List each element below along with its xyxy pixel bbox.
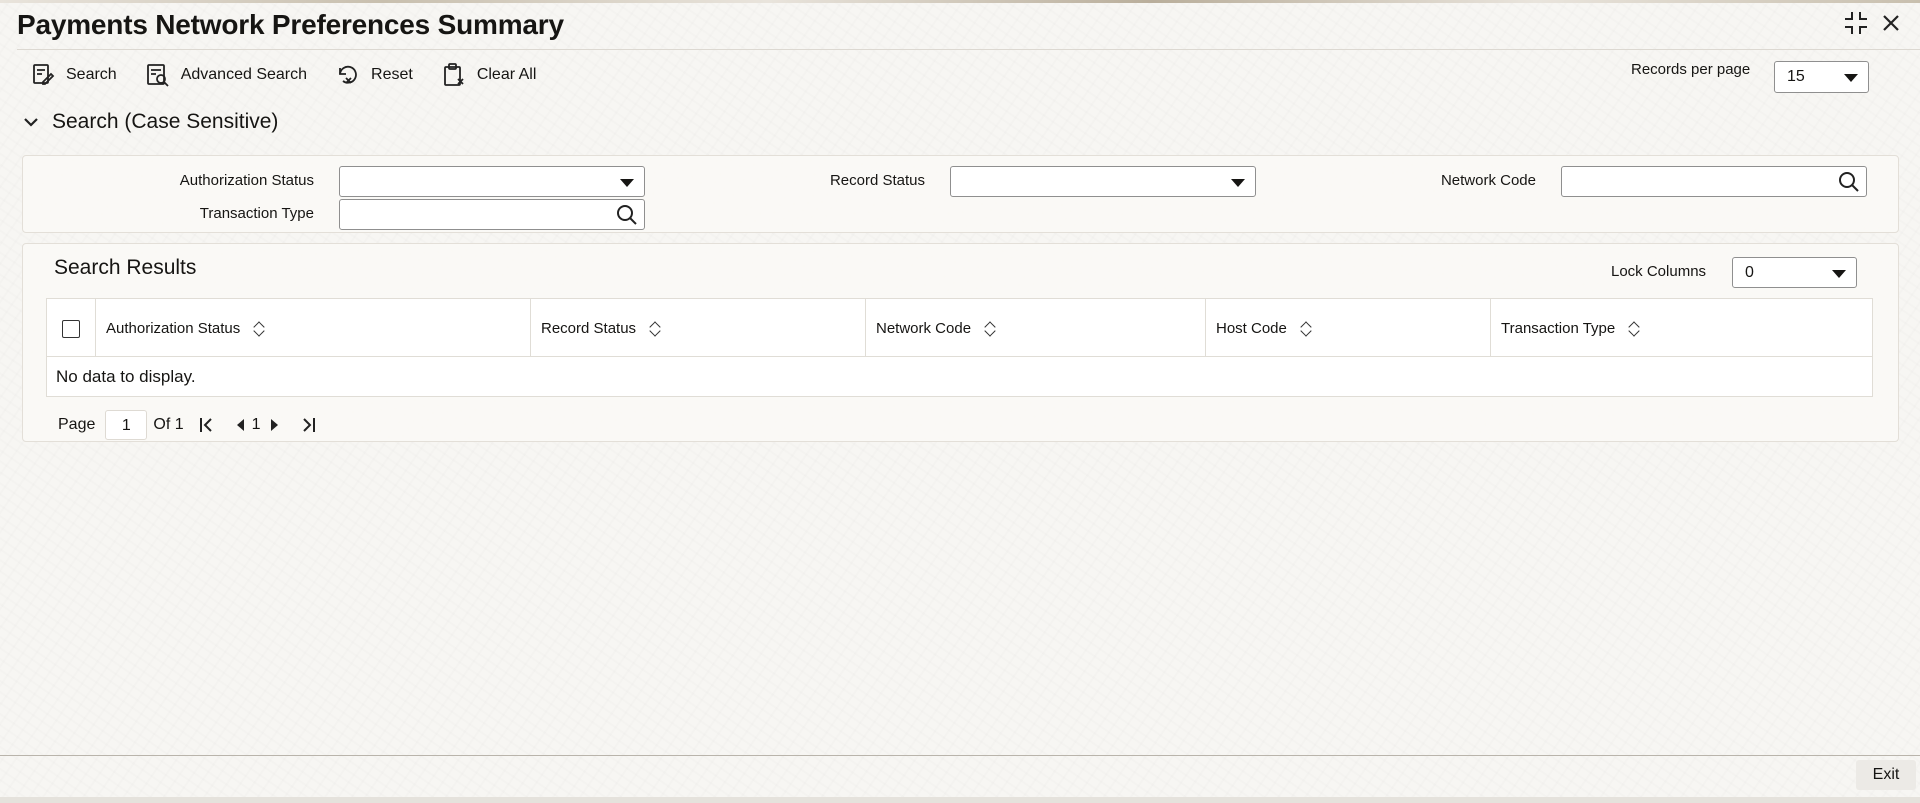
table-header: Authorization Status Record Status Netwo… — [47, 299, 1872, 357]
toolbar: Search Advanced Search Reset Clear All — [30, 62, 564, 88]
chevron-down-icon — [620, 178, 634, 187]
footer-divider — [0, 755, 1920, 756]
results-table: Authorization Status Record Status Netwo… — [46, 298, 1873, 397]
clipboard-clear-icon — [443, 63, 464, 86]
chevron-down-icon — [24, 118, 38, 127]
reset-icon — [339, 65, 357, 84]
previous-page-icon[interactable] — [232, 416, 248, 434]
lock-columns-value: 0 — [1745, 263, 1754, 281]
page-indicator: 1 — [251, 416, 261, 433]
sort-icon[interactable] — [650, 321, 660, 335]
column-header-label: Network Code — [876, 319, 972, 337]
pagination: Page 1 Of 1 1 — [58, 410, 317, 440]
page-number-input[interactable]: 1 — [105, 410, 148, 440]
chevron-down-icon — [1832, 269, 1846, 278]
transaction-type-label: Transaction Type — [199, 205, 314, 222]
sort-icon[interactable] — [985, 321, 995, 335]
transaction-type-input[interactable] — [339, 199, 645, 230]
column-header-record-status[interactable]: Record Status — [530, 299, 660, 357]
footer-bar — [0, 797, 1920, 803]
column-header-authorization-status[interactable]: Authorization Status — [95, 299, 264, 357]
select-all-checkbox[interactable] — [62, 320, 80, 338]
chevron-down-icon — [1844, 74, 1858, 82]
authorization-status-label: Authorization Status — [179, 172, 314, 189]
record-status-select[interactable] — [950, 166, 1256, 197]
records-per-page-value: 15 — [1787, 68, 1805, 85]
exit-button[interactable]: Exit — [1856, 760, 1916, 790]
lock-columns-label: Lock Columns — [1611, 263, 1707, 280]
page-title: Payments Network Preferences Summary — [17, 9, 564, 40]
top-banner-strip — [0, 0, 1920, 3]
lock-columns-select[interactable]: 0 — [1732, 257, 1857, 288]
search-section-toggle[interactable]: Search (Case Sensitive) — [22, 110, 278, 134]
page-total-label: Of 1 — [153, 416, 184, 433]
search-button-label: Search — [66, 66, 117, 83]
advanced-search-icon — [146, 64, 169, 87]
column-header-label: Transaction Type — [1501, 319, 1616, 337]
authorization-status-select[interactable] — [339, 166, 645, 197]
network-code-input[interactable] — [1561, 166, 1867, 197]
page-label: Page — [58, 416, 96, 433]
search-icon[interactable] — [616, 204, 638, 226]
last-page-icon[interactable] — [301, 416, 317, 434]
title-divider — [17, 49, 1920, 50]
column-header-label: Authorization Status — [106, 319, 241, 337]
search-results-title: Search Results — [54, 256, 197, 279]
search-icon[interactable] — [1838, 171, 1860, 193]
no-data-message: No data to display. — [56, 367, 196, 386]
search-button[interactable]: Search — [30, 62, 117, 88]
advanced-search-button[interactable]: Advanced Search — [145, 62, 307, 88]
chevron-down-icon — [1231, 178, 1245, 187]
column-header-transaction-type[interactable]: Transaction Type — [1490, 299, 1639, 357]
network-code-label: Network Code — [1440, 172, 1536, 189]
advanced-search-button-label: Advanced Search — [180, 66, 308, 83]
sort-icon[interactable] — [1629, 321, 1639, 335]
search-section-title: Search (Case Sensitive) — [52, 110, 279, 133]
column-header-label: Record Status — [541, 319, 637, 337]
close-icon[interactable] — [1880, 10, 1902, 44]
first-page-icon[interactable] — [198, 416, 214, 434]
column-header-label: Host Code — [1216, 319, 1287, 337]
search-doc-icon — [33, 64, 55, 85]
sort-icon[interactable] — [254, 321, 264, 335]
records-per-page-select[interactable]: 15 — [1774, 61, 1869, 93]
column-header-network-code[interactable]: Network Code — [865, 299, 995, 357]
clear-all-button-label: Clear All — [476, 66, 537, 83]
next-page-icon[interactable] — [267, 416, 283, 434]
column-header-host-code[interactable]: Host Code — [1205, 299, 1311, 357]
records-per-page-label: Records per page — [1631, 61, 1751, 78]
sort-icon[interactable] — [1301, 321, 1311, 335]
clear-all-button[interactable]: Clear All — [441, 62, 537, 88]
maximize-icon[interactable] — [1843, 10, 1869, 44]
record-status-label: Record Status — [829, 172, 925, 189]
reset-button-label: Reset — [371, 66, 413, 83]
reset-button[interactable]: Reset — [335, 62, 413, 88]
